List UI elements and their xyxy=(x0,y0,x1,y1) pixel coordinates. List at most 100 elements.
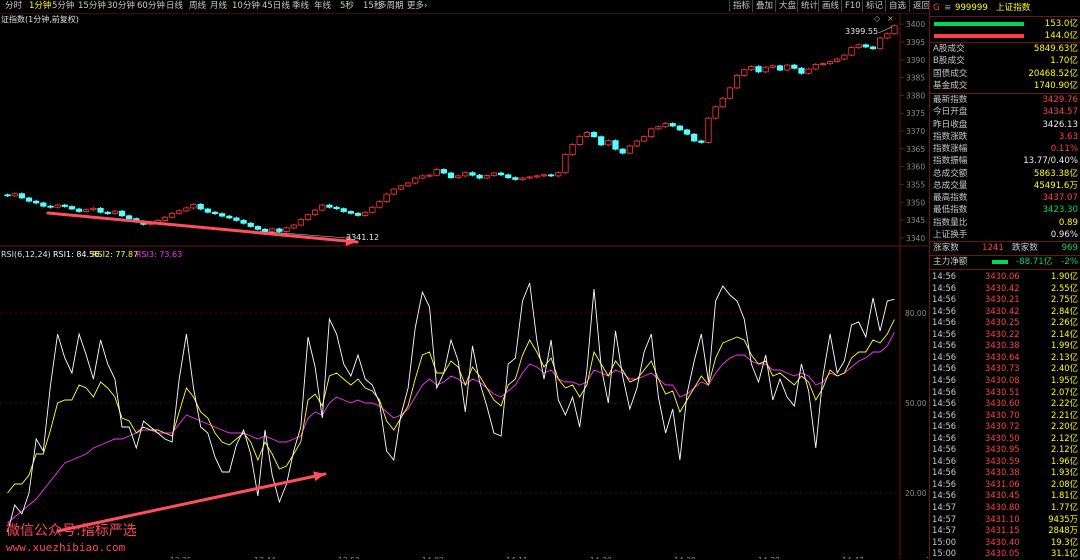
flow-bar-row: 144.0亿 xyxy=(930,30,1080,42)
close-icon[interactable]: × xyxy=(887,14,894,23)
candle-body xyxy=(333,206,340,210)
candle-body xyxy=(340,208,347,212)
stat-label: 总成交量 xyxy=(933,180,968,191)
candle-body xyxy=(204,208,211,213)
candle-body xyxy=(269,228,276,232)
volume-value: 5849.63亿 xyxy=(1033,44,1078,54)
candle-body xyxy=(733,75,741,89)
tick-time: 14:56 xyxy=(932,421,957,432)
stat-value: 45491.6万 xyxy=(1033,180,1078,191)
flow-bar-row: 153.0亿 xyxy=(930,18,1080,30)
stat-label: 上证换手 xyxy=(933,229,968,240)
tick-time: 14:56 xyxy=(932,432,957,443)
period-tab-5[interactable]: 60分钟 xyxy=(137,0,165,13)
tick-time: 14:56 xyxy=(932,317,957,328)
candle-body xyxy=(90,207,97,211)
period-toolbar: 分时 1分钟 5分钟 15分钟 30分钟 60分钟 日线 周线 月线 10分钟 45日线 季线 年线 5秒… xyxy=(0,0,1080,14)
period-tab-3[interactable]: 15分钟 xyxy=(78,0,106,13)
toolbar-btn-5[interactable]: F10 xyxy=(841,0,864,12)
period-tab-6[interactable]: 日线 xyxy=(166,0,183,13)
tick-price: 3430.73 xyxy=(985,363,1020,374)
period-tab-13[interactable]: 5秒 xyxy=(340,0,354,13)
candle-body xyxy=(755,66,762,73)
netflow-value: -88.71亿 xyxy=(1016,257,1053,267)
toolbar-btn-7[interactable]: 自选 xyxy=(885,0,909,12)
chevron-right-icon[interactable]: › xyxy=(424,0,427,13)
period-tab-4[interactable]: 30分钟 xyxy=(107,0,135,13)
tick-amount: 2.12亿 xyxy=(1050,444,1078,455)
stat-value: 3437.07 xyxy=(1042,193,1078,203)
low-price-label: 3341.12 xyxy=(346,233,380,242)
period-tab-16[interactable]: 更多 xyxy=(407,0,424,13)
price-tick-label: 3385 xyxy=(906,74,925,83)
period-tab-8[interactable]: 月线 xyxy=(210,0,227,13)
tick-amount: 1.81亿 xyxy=(1050,490,1078,501)
chart-area[interactable]: 3400 3395 3390 3385 3380 3375 3370 3365 3360 3355… xyxy=(0,13,928,559)
period-tab-12[interactable]: 年线 xyxy=(314,0,331,13)
flow-bar xyxy=(934,34,1024,38)
candle-body xyxy=(791,64,798,69)
candle-body xyxy=(226,215,233,219)
candle-body xyxy=(691,133,698,142)
tick-amount: 2.55亿 xyxy=(1050,282,1078,293)
volume-label: 基金成交 xyxy=(933,80,968,91)
tick-price: 3430.72 xyxy=(985,421,1020,432)
down-count-value: 969 xyxy=(1061,243,1078,253)
divider xyxy=(930,16,1080,17)
toolbar-btn-4[interactable]: 画线 xyxy=(818,0,842,12)
tick-row: 14:57 3431.10 9435万 xyxy=(932,513,1080,525)
toolbar-btn-6[interactable]: 标记 xyxy=(862,0,886,12)
tick-price: 3430.64 xyxy=(985,351,1020,362)
tick-time: 14:57 xyxy=(932,525,957,536)
candle-body xyxy=(605,140,612,146)
flow-bar-value: 144.0亿 xyxy=(1044,31,1078,41)
period-tab-7[interactable]: 周线 xyxy=(189,0,206,13)
candle-body xyxy=(354,212,362,216)
kline-rsi-chart[interactable]: 3400 3395 3390 3385 3380 3375 3370 3365 3360 3355… xyxy=(0,13,928,559)
tick-amount: 2.14亿 xyxy=(1050,328,1078,339)
candle-body xyxy=(569,144,576,155)
candle-body xyxy=(211,211,219,215)
candle-body xyxy=(884,33,891,39)
flow-bar xyxy=(934,22,1024,26)
tick-amount: 31.1亿 xyxy=(1050,548,1078,559)
netflow-row[interactable]: 主力净额 -88.71亿 -2% xyxy=(930,256,1080,268)
stat-value: 3434.57 xyxy=(1042,107,1078,118)
period-tab-10[interactable]: 45日线 xyxy=(262,0,290,13)
candle-body xyxy=(190,203,197,209)
volume-row: B股成交 1.70亿 xyxy=(930,55,1080,67)
tick-time: 14:56 xyxy=(932,328,957,339)
tick-row: 14:56 3430.42 2.55亿 xyxy=(932,282,1080,294)
period-tab-0[interactable]: 分时 xyxy=(5,0,22,13)
candle-body xyxy=(4,194,11,197)
period-tab-15[interactable]: 多周期 xyxy=(378,0,404,13)
candle-body xyxy=(97,207,104,213)
tick-time: 14:56 xyxy=(932,490,957,501)
toolbar-btn-1[interactable]: 叠加 xyxy=(752,0,776,12)
period-tab-1[interactable]: 1分钟 xyxy=(29,0,51,13)
period-tab-11[interactable]: 季线 xyxy=(292,0,309,13)
candle-body xyxy=(176,210,183,214)
tick-amount: 2.08亿 xyxy=(1050,478,1078,489)
tick-row: 14:56 3430.06 1.90亿 xyxy=(932,270,1080,282)
candle-body xyxy=(326,204,333,208)
period-tab-2[interactable]: 5分钟 xyxy=(52,0,74,13)
toolbar-btn-2[interactable]: 大盘 xyxy=(775,0,799,12)
candle-body xyxy=(741,69,748,76)
candle-body xyxy=(11,193,18,197)
tick-time: 14:56 xyxy=(932,398,957,409)
candle-body xyxy=(655,126,662,130)
menu-icon[interactable]: ≡ xyxy=(944,1,951,15)
period-tab-9[interactable]: 10分钟 xyxy=(232,0,260,13)
candle-body xyxy=(483,175,490,179)
candle-body xyxy=(54,204,61,208)
candle-body xyxy=(68,206,76,210)
diamond-icon[interactable]: ◇ xyxy=(874,14,880,23)
stat-row: 最高指数 3437.07 xyxy=(930,192,1080,204)
candle-body xyxy=(319,204,326,211)
candle-body xyxy=(469,172,476,176)
toolbar-btn-0[interactable]: 指标 xyxy=(729,0,753,12)
tick-price: 3430.40 xyxy=(985,536,1020,547)
volume-row: A股成交 5849.63亿 xyxy=(930,43,1080,55)
tick-row: 14:56 3430.42 2.84亿 xyxy=(932,305,1080,317)
